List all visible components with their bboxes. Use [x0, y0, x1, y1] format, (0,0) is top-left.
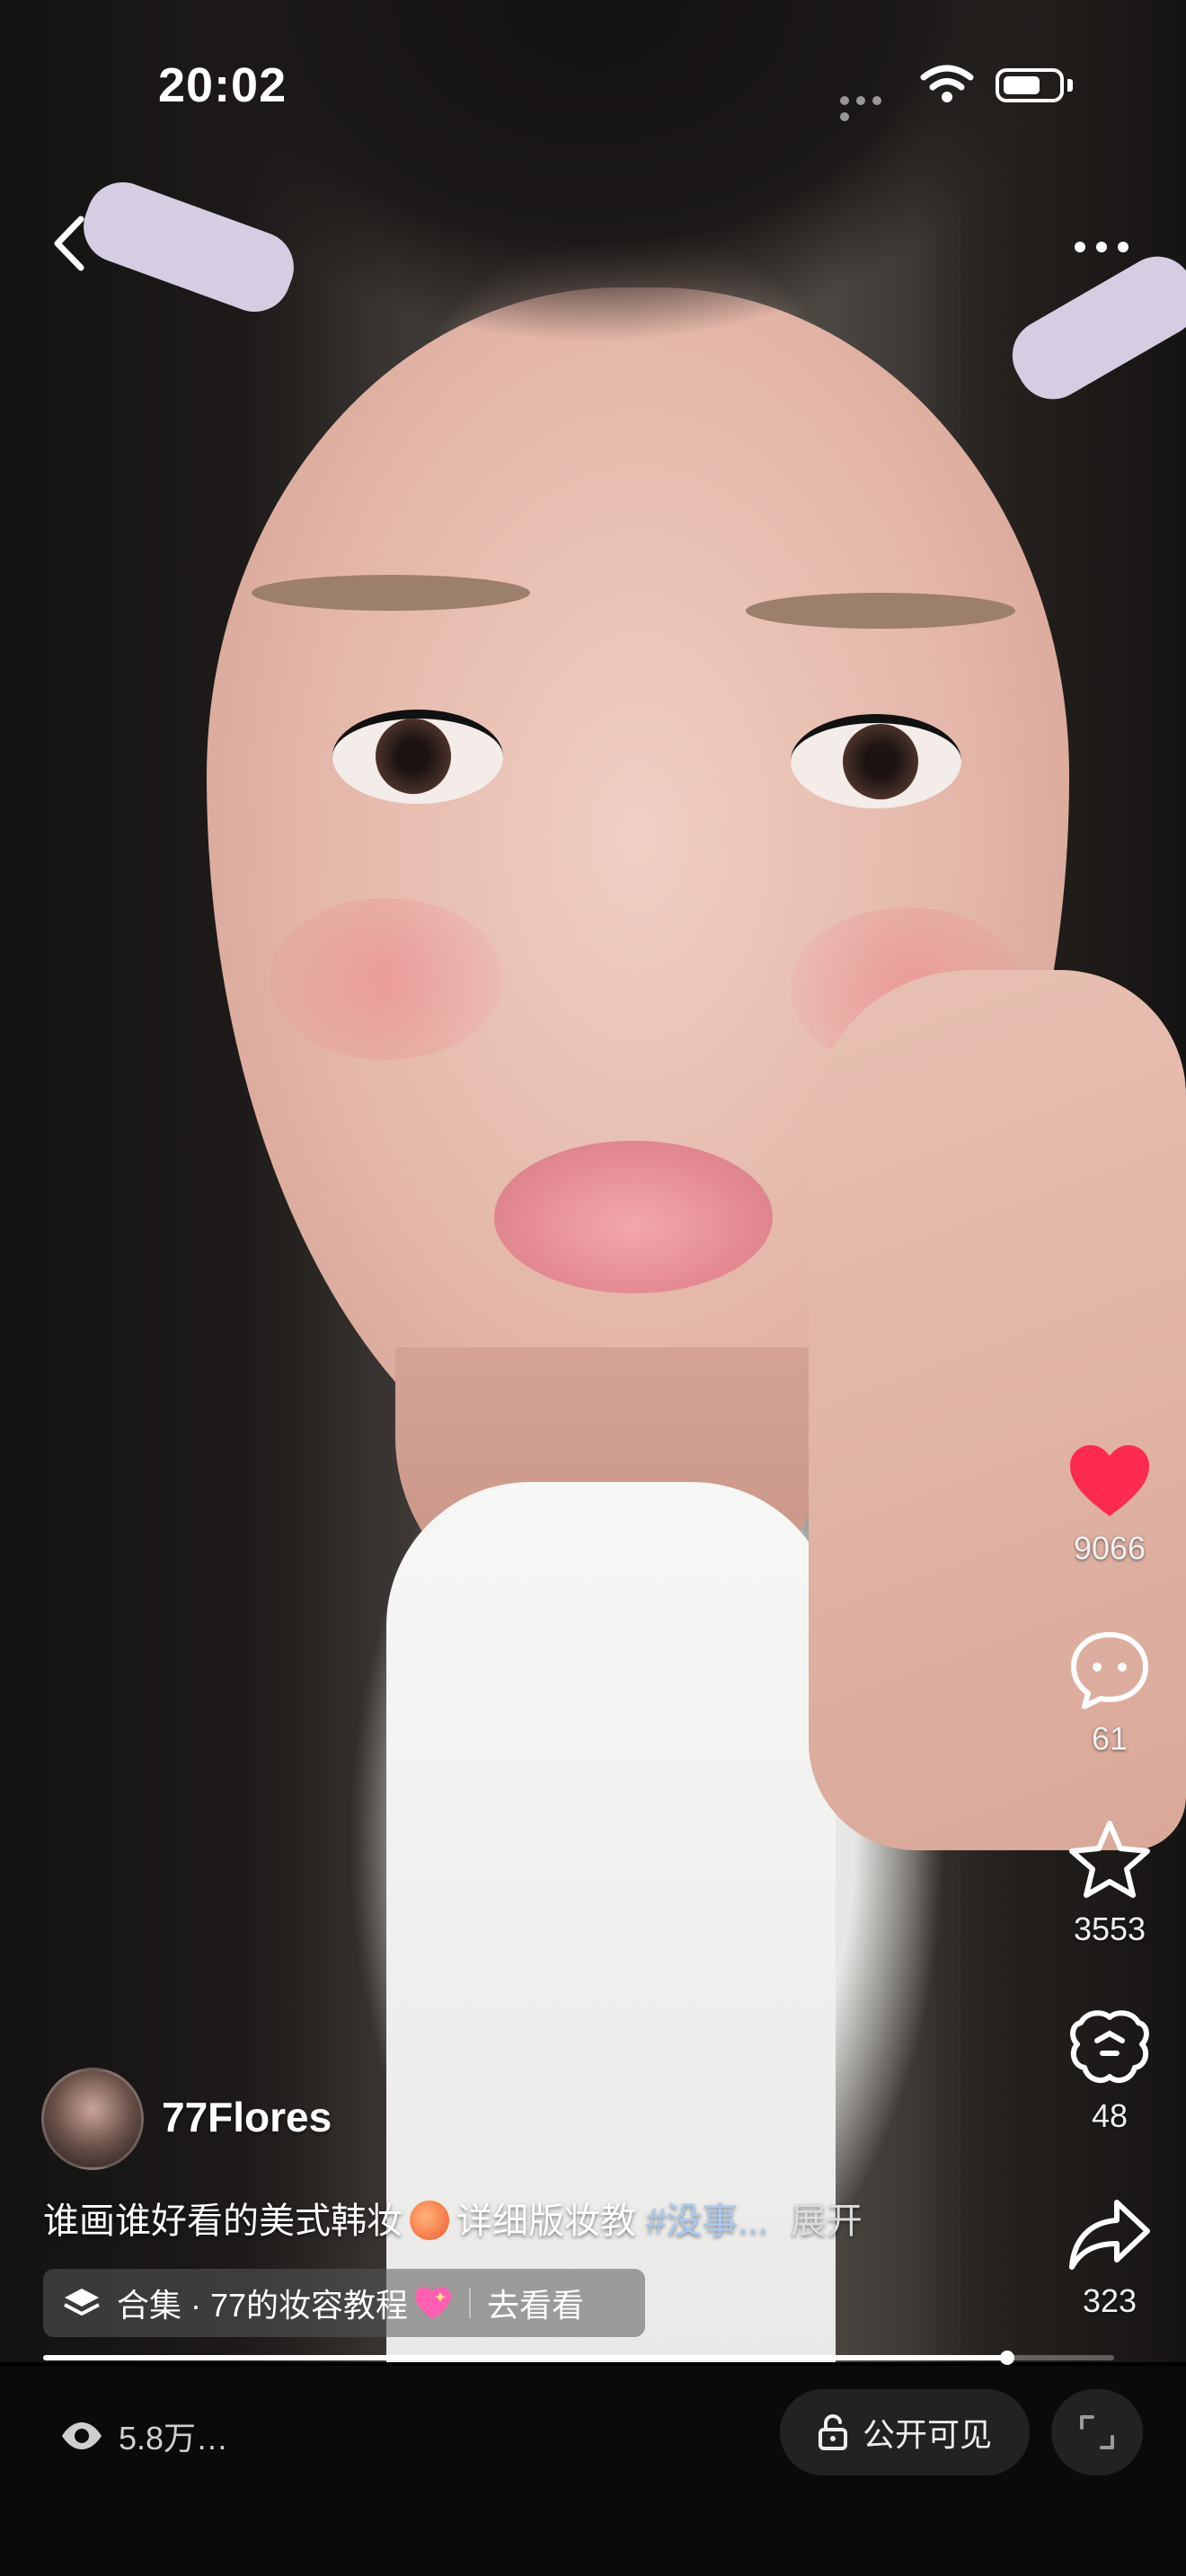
favorite-button[interactable]: 3553 — [1051, 1818, 1168, 1948]
playback-progress-bar[interactable] — [43, 2351, 1114, 2365]
playback-progress-fill — [43, 2355, 1007, 2360]
video-iris-left — [376, 719, 451, 794]
fullscreen-icon — [1080, 2415, 1114, 2449]
share-count: 323 — [1082, 2282, 1137, 2319]
more-icon[interactable] — [1075, 241, 1139, 253]
star-icon — [1069, 1821, 1150, 1898]
battery-tip — [1067, 79, 1073, 92]
wifi-icon — [920, 65, 974, 102]
comment-icon — [1071, 1632, 1148, 1709]
collection-action[interactable]: 去看看 — [487, 2280, 584, 2326]
caption-text-2: 详细版妆教 — [456, 2201, 636, 2241]
share-friends-count: 48 — [1091, 2097, 1128, 2134]
share-button[interactable]: 323 — [1051, 2195, 1168, 2320]
comment-count: 61 — [1091, 1720, 1128, 1757]
visibility-button[interactable]: 公开可见 — [780, 2389, 1030, 2475]
caption-expand-link[interactable]: 展开 — [791, 2201, 863, 2241]
author-avatar[interactable] — [41, 2068, 144, 2170]
peach-emoji-icon — [410, 2201, 449, 2240]
video-cheek-left — [270, 898, 503, 1060]
fullscreen-button[interactable] — [1051, 2389, 1143, 2475]
views-count: 5.8万… — [119, 2420, 229, 2457]
battery-icon — [996, 68, 1064, 102]
lock-open-icon — [818, 2413, 847, 2450]
video-iris-right — [843, 724, 918, 799]
like-count: 9066 — [1073, 1530, 1146, 1566]
collection-label: 合集 · 77的妆容教程 — [117, 2287, 409, 2324]
video-caption[interactable]: 谁画谁好看的美式韩妆 详细版妆教 #没事... 展开 — [43, 2192, 863, 2244]
video-brow-left — [252, 575, 530, 611]
share-arrow-icon — [1069, 2200, 1150, 2270]
heart-icon — [1070, 1445, 1149, 1516]
playback-progress-knob[interactable] — [999, 2351, 1014, 2365]
views-indicator[interactable]: 5.8万… — [59, 2413, 228, 2459]
layers-icon — [64, 2289, 100, 2316]
visibility-label: 公开可见 — [862, 2416, 992, 2453]
video-lips — [494, 1141, 773, 1293]
eye-icon — [62, 2422, 102, 2449]
caption-text: 谁画谁好看的美式韩妆 — [43, 2201, 403, 2241]
back-icon[interactable] — [45, 212, 95, 275]
status-time: 20:02 — [158, 58, 288, 112]
author-name[interactable]: 77Flores — [162, 2093, 332, 2141]
collection-divider — [469, 2288, 472, 2318]
signal-dots-icon — [840, 93, 903, 121]
share-to-friends-button[interactable]: 48 — [1051, 2005, 1168, 2135]
video-player[interactable] — [0, 0, 1186, 2362]
favorite-count: 3553 — [1073, 1910, 1146, 1947]
share-friends-icon — [1070, 2010, 1149, 2084]
sparkling-heart-icon — [415, 2287, 452, 2319]
collection-bar[interactable]: 合集 · 77的妆容教程 去看看 — [43, 2269, 645, 2337]
video-brow-right — [746, 593, 1015, 629]
like-button[interactable]: 9066 — [1051, 1442, 1168, 1567]
comment-button[interactable]: 61 — [1051, 1629, 1168, 1758]
caption-hashtag[interactable]: #没事... — [646, 2201, 768, 2241]
